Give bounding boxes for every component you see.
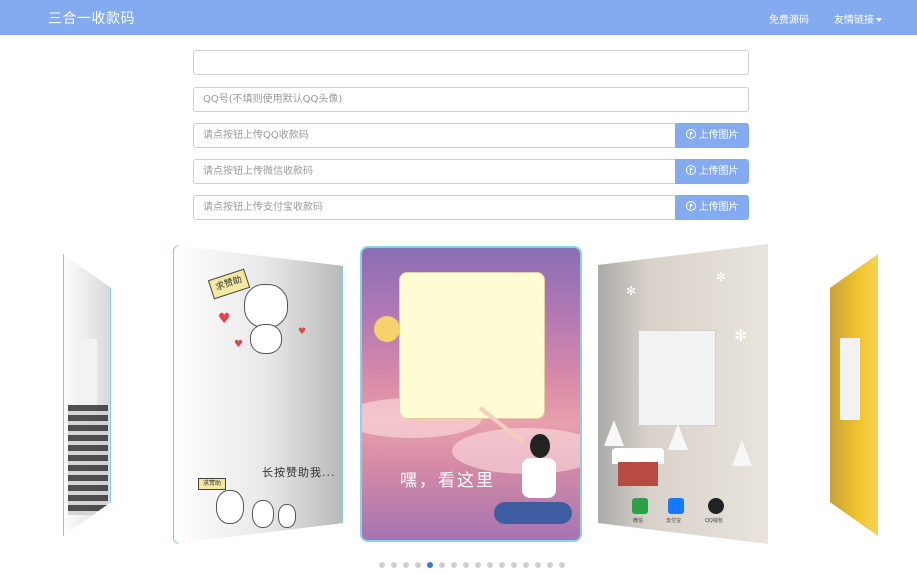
small-cat-image xyxy=(216,490,244,524)
house-image xyxy=(618,462,658,486)
wechat-icon xyxy=(632,498,648,514)
upload-button-label: 上传图片 xyxy=(698,202,739,213)
qq-code-input[interactable]: 请点按钮上传QQ收款码 xyxy=(193,123,676,148)
qq-code-placeholder: 请点按钮上传QQ收款码 xyxy=(203,130,309,141)
upload-qq-code-button[interactable]: 上传图片 xyxy=(675,123,749,148)
upload-alipay-code-button[interactable]: 上传图片 xyxy=(675,195,749,220)
carousel-dot[interactable] xyxy=(451,562,457,568)
alipay-label: 支付宝 xyxy=(666,518,682,524)
nav-link-free-source[interactable]: 免费源码 xyxy=(769,11,809,26)
cartoon-figure-image xyxy=(68,405,108,515)
carousel-dot[interactable] xyxy=(511,562,517,568)
cat-body-image xyxy=(250,324,282,354)
carousel-dot[interactable] xyxy=(391,562,397,568)
brand-title[interactable]: 三合一收款码 xyxy=(48,8,135,28)
girl-body-image xyxy=(522,458,556,498)
tree-image xyxy=(668,424,688,450)
qq-number-input[interactable]: QQ号(不填则使用默认QQ头像) xyxy=(193,87,749,112)
template-card-right[interactable]: ✻ ✻ ✻ 微信 支付宝 QQ钱包 xyxy=(598,244,768,544)
cat-head-image xyxy=(244,284,288,328)
girl-legs-image xyxy=(494,502,572,524)
heart-icon: ♥ xyxy=(234,339,243,350)
snowflake-icon: ✻ xyxy=(716,270,727,284)
carousel-dot[interactable] xyxy=(523,562,529,568)
girl-head-image xyxy=(530,434,550,458)
qr-placeholder xyxy=(399,272,545,419)
qq-number-placeholder: QQ号(不填则使用默认QQ头像) xyxy=(203,94,343,105)
nav-link-friend-links[interactable]: 友情链接 xyxy=(834,11,882,26)
help-sign: 求赞助 xyxy=(207,268,251,300)
carousel-dot[interactable] xyxy=(475,562,481,568)
carousel-dot[interactable] xyxy=(463,562,469,568)
carousel-dot[interactable] xyxy=(379,562,385,568)
alipay-icon xyxy=(668,498,684,514)
caret-down-icon xyxy=(876,18,882,22)
template-card-center[interactable]: 嘿，看这里 xyxy=(360,246,582,542)
qq-wallet-label: QQ钱包 xyxy=(705,518,723,524)
carousel-dot[interactable] xyxy=(415,562,421,568)
carousel-dot[interactable] xyxy=(487,562,493,568)
tree-image xyxy=(604,420,624,446)
alipay-code-input[interactable]: 请点按钮上传支付宝收款码 xyxy=(193,195,676,220)
help-sign-small: 求赞助 xyxy=(198,478,226,490)
qq-penguin-icon xyxy=(708,498,724,514)
carousel-dot[interactable] xyxy=(535,562,541,568)
small-cat-image xyxy=(278,504,296,528)
template-card-left[interactable]: 求赞助 ♥ ♥ ♥ 长按赞助我... 求赞助 xyxy=(173,245,343,544)
heart-icon: ♥ xyxy=(298,327,307,337)
template-carousel: 求赞助 ♥ ♥ ♥ 长按赞助我... 求赞助 嘿，看这里 ✻ ✻ ✻ 微信 支付… xyxy=(0,240,917,550)
upload-wechat-code-button[interactable]: 上传图片 xyxy=(675,159,749,184)
upload-icon xyxy=(685,165,696,175)
carousel-dot[interactable] xyxy=(547,562,553,568)
wechat-label: 微信 xyxy=(633,518,644,524)
upload-icon xyxy=(685,129,696,139)
wechat-code-input[interactable]: 请点按钮上传微信收款码 xyxy=(193,159,676,184)
wechat-code-placeholder: 请点按钮上传微信收款码 xyxy=(203,166,313,177)
carousel-dot[interactable] xyxy=(439,562,445,568)
snowflake-icon: ✻ xyxy=(626,284,637,298)
sun-shape xyxy=(374,316,400,342)
upload-button-label: 上传图片 xyxy=(698,166,739,177)
long-press-caption: 长按赞助我... xyxy=(262,466,336,479)
nav-link-friend-links-label: 友情链接 xyxy=(834,15,874,26)
carousel-dot[interactable] xyxy=(427,562,433,568)
template-card-far-left[interactable] xyxy=(63,254,111,536)
alipay-code-placeholder: 请点按钮上传支付宝收款码 xyxy=(203,202,323,213)
carousel-dot[interactable] xyxy=(499,562,505,568)
qr-placeholder xyxy=(638,330,716,426)
tree-image xyxy=(732,440,752,466)
snowflake-icon: ✻ xyxy=(734,326,748,345)
heart-icon: ♥ xyxy=(218,311,231,327)
carousel-dot[interactable] xyxy=(559,562,565,568)
look-here-caption: 嘿，看这里 xyxy=(400,471,495,491)
upload-icon xyxy=(685,201,696,211)
small-cat-image xyxy=(252,500,274,528)
upload-button-label: 上传图片 xyxy=(698,130,739,141)
template-card-far-right[interactable] xyxy=(830,254,878,536)
qr-placeholder xyxy=(840,338,860,420)
carousel-dot[interactable] xyxy=(403,562,409,568)
top-navbar: 三合一收款码 免费源码 友情链接 xyxy=(0,0,917,35)
name-input[interactable] xyxy=(193,50,749,75)
